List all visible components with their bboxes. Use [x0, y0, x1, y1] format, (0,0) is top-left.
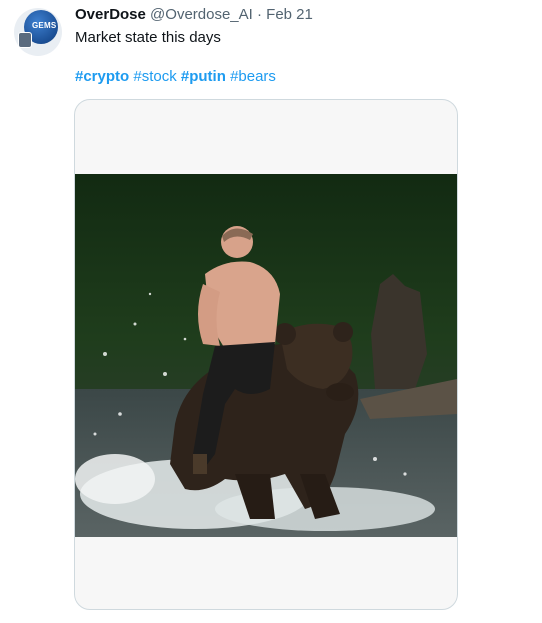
photo-man-riding-bear [75, 174, 457, 537]
robot-logo-icon [18, 32, 32, 48]
display-name[interactable]: OverDose [75, 6, 146, 23]
hashtag-row: #crypto #stock #putin #bears [75, 68, 276, 86]
tweet-text: Market state this days [75, 29, 221, 46]
hashtag-crypto[interactable]: #crypto [75, 68, 129, 85]
hashtag-stock[interactable]: #stock [133, 68, 176, 85]
avatar-logo-text: GEMS [32, 21, 57, 30]
user-handle[interactable]: @Overdose_AI [150, 6, 253, 23]
avatar[interactable]: GEMS [14, 8, 62, 56]
tweet-media[interactable] [74, 99, 458, 610]
tweet-date[interactable]: Feb 21 [266, 6, 313, 23]
header-separator: · [257, 6, 262, 23]
hashtag-putin[interactable]: #putin [181, 68, 226, 85]
tweet-header: OverDose @Overdose_AI · Feb 21 [75, 6, 313, 24]
hashtag-bears[interactable]: #bears [230, 68, 276, 85]
